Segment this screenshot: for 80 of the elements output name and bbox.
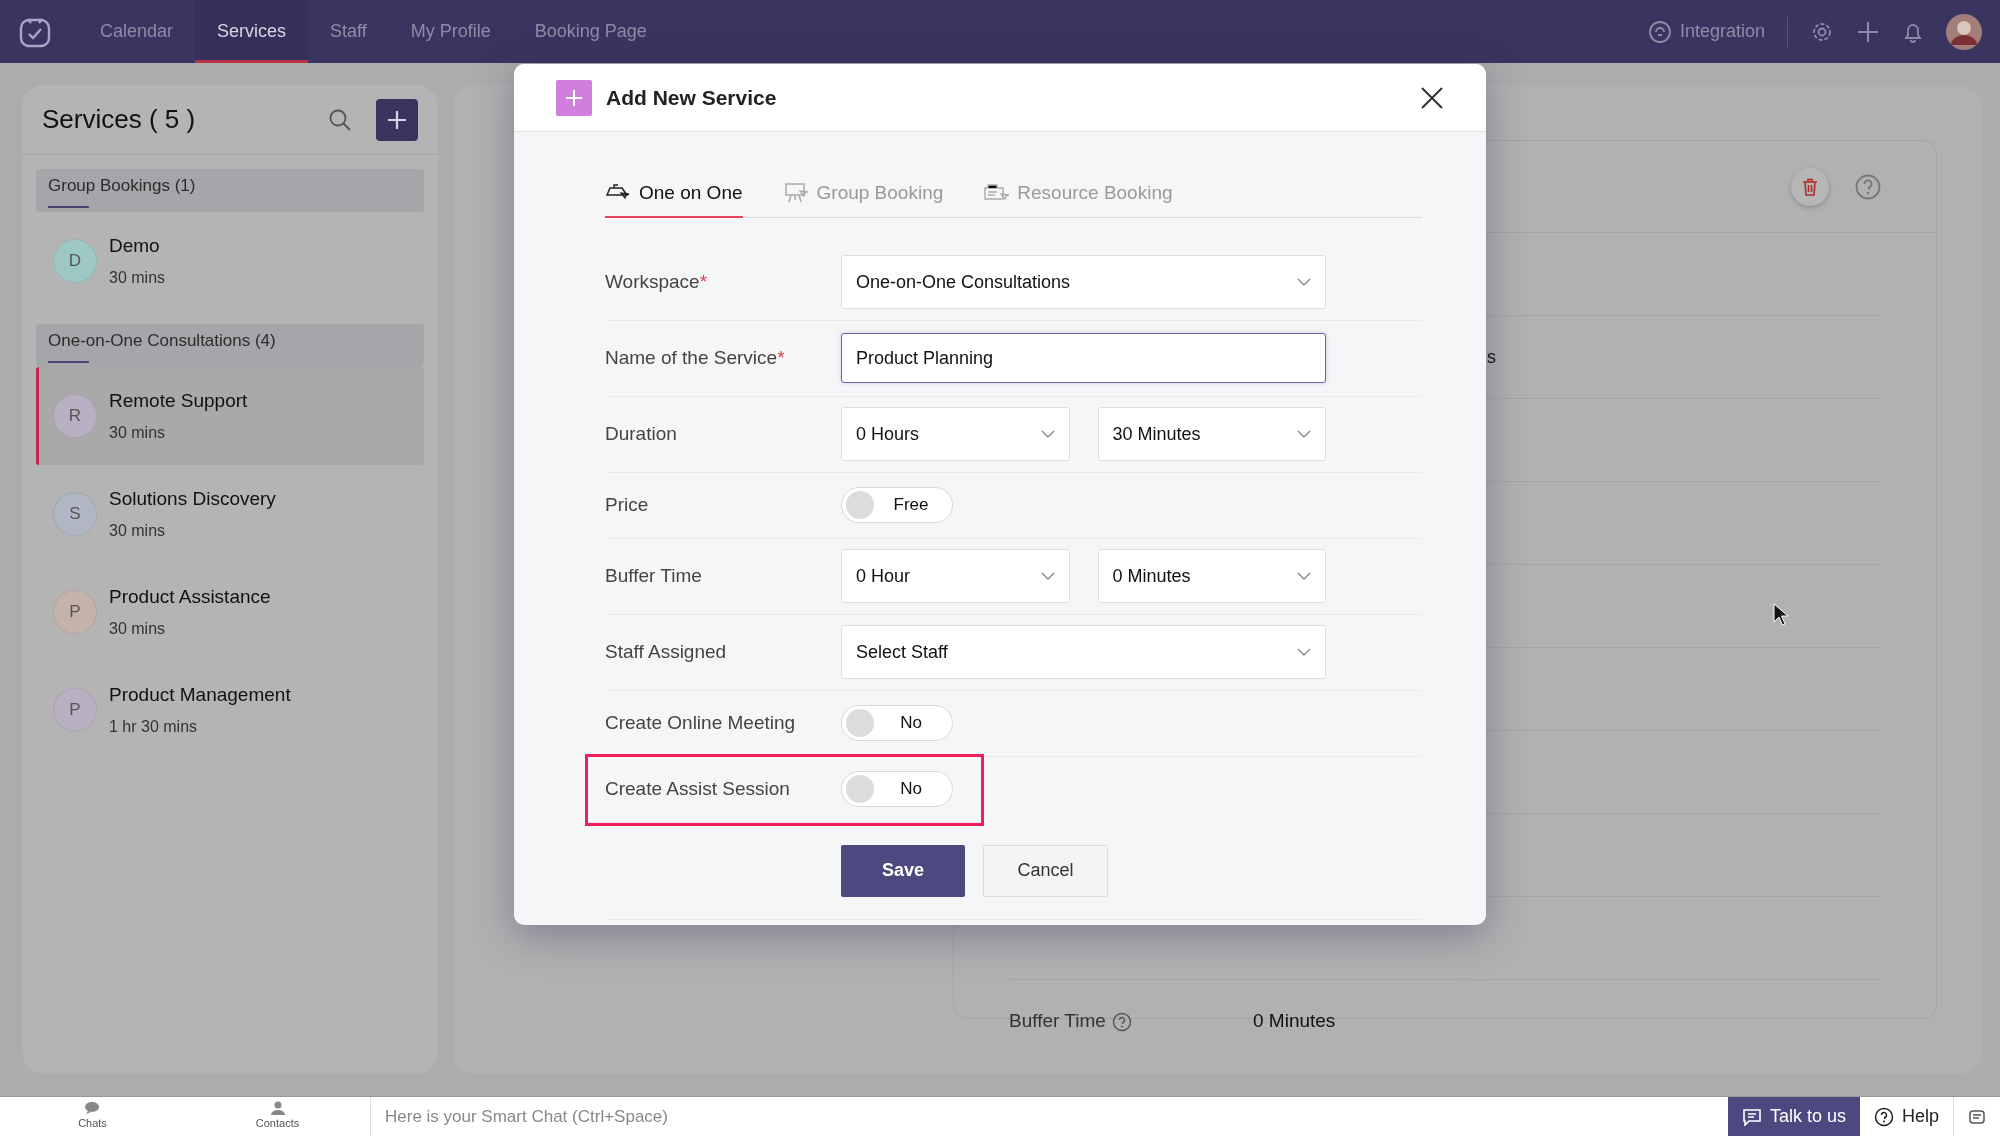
sidebar-title: Services ( 5 ) xyxy=(42,103,196,136)
dropdown[interactable]: 0 Minutes xyxy=(1097,549,1326,603)
service-name: Demo xyxy=(109,233,161,258)
field-label: Name of the Service* xyxy=(605,345,786,370)
chat-icon xyxy=(1741,1107,1762,1126)
service-avatar: P xyxy=(53,590,97,634)
save-button[interactable]: Save xyxy=(841,844,965,897)
field-label: Buffer Time xyxy=(1009,1009,1106,1034)
chevron-down-icon xyxy=(1297,572,1311,580)
add-service-button[interactable] xyxy=(376,98,418,141)
plus-icon[interactable] xyxy=(1856,19,1880,44)
chevron-down-icon xyxy=(1297,278,1311,286)
field-value: 0 Minutes xyxy=(1253,1009,1336,1034)
service-avatar: S xyxy=(53,492,97,536)
talk-to-us-button[interactable]: Talk to us xyxy=(1727,1096,1860,1136)
dropdown[interactable]: 0 Hours xyxy=(841,407,1070,461)
dialog-title: Add New Service xyxy=(606,84,777,111)
tab[interactable]: One on One xyxy=(605,178,743,218)
plus-icon xyxy=(387,109,407,130)
cancel-button[interactable]: Cancel xyxy=(983,844,1108,897)
service-duration: 30 mins xyxy=(109,521,167,542)
service-item[interactable]: D Demo 30 mins xyxy=(36,212,424,310)
service-name: Solutions Discovery xyxy=(109,486,276,511)
service-item[interactable]: P Product Management 1 hr 30 mins xyxy=(36,661,424,759)
chat-bar-item[interactable]: Chats xyxy=(0,1101,185,1132)
user-avatar[interactable] xyxy=(1946,13,1982,50)
service-avatar: D xyxy=(53,239,97,283)
close-icon[interactable] xyxy=(1420,85,1444,110)
chat-bar-item[interactable]: Contacts xyxy=(185,1101,370,1132)
service-duration: 30 mins xyxy=(109,423,167,444)
group-title[interactable]: Group Bookings (1) xyxy=(48,173,412,199)
field-label: Duration xyxy=(605,421,678,446)
plus-icon xyxy=(556,79,592,116)
group-title[interactable]: One-on-One Consultations (4) xyxy=(48,328,412,354)
chevron-down-icon xyxy=(1297,648,1311,656)
service-name: Product Management xyxy=(109,682,291,707)
integration-icon xyxy=(1647,19,1672,44)
service-item[interactable]: P Product Assistance 30 mins xyxy=(36,563,424,661)
field-label: Workspace* xyxy=(605,269,709,294)
chevron-down-icon xyxy=(1297,430,1311,438)
nav-tab[interactable]: Calendar xyxy=(78,0,196,63)
toggle-switch[interactable]: No xyxy=(841,771,953,807)
help-icon xyxy=(1111,1011,1132,1032)
dropdown[interactable]: 30 Minutes xyxy=(1097,407,1326,461)
dropdown[interactable]: 0 Hour xyxy=(841,549,1070,603)
field-value-fragment: s xyxy=(1487,345,1496,369)
search-icon[interactable] xyxy=(328,107,352,132)
service-item[interactable]: R Remote Support 30 mins xyxy=(36,367,424,465)
service-duration: 30 mins xyxy=(109,268,166,289)
service-avatar: P xyxy=(53,688,97,732)
help-icon xyxy=(1873,1106,1894,1127)
text-field[interactable]: Product Planning xyxy=(841,333,1326,383)
toggle-switch[interactable]: No xyxy=(841,705,953,741)
field-label: Price xyxy=(605,492,650,517)
chevron-down-icon xyxy=(1040,430,1055,438)
delete-button[interactable] xyxy=(1791,167,1829,206)
easel-icon xyxy=(782,182,809,205)
field-label: Create Assist Session xyxy=(605,776,791,801)
chat-bubbles-icon xyxy=(83,1101,102,1116)
service-name: Remote Support xyxy=(109,388,248,413)
service-name: Product Assistance xyxy=(109,584,271,609)
field-label: Create Online Meeting xyxy=(605,710,797,735)
integration-link[interactable]: Integration xyxy=(1647,18,1765,45)
dropdown[interactable]: Select Staff xyxy=(841,625,1326,679)
trash-icon xyxy=(1802,177,1818,196)
mouse-cursor-icon xyxy=(1773,603,1789,627)
smart-chat-input[interactable]: Here is your Smart Chat (Ctrl+Space) xyxy=(370,1096,1728,1136)
toggle-switch[interactable]: Free xyxy=(841,487,953,523)
dropdown[interactable]: One-on-One Consultations xyxy=(841,255,1326,309)
nav-tab[interactable]: Services xyxy=(195,0,309,63)
help-icon[interactable] xyxy=(1855,173,1881,200)
field-label: Buffer Time xyxy=(605,563,703,588)
field-label: Staff Assigned xyxy=(605,639,728,664)
service-avatar: R xyxy=(53,394,97,438)
service-item[interactable]: S Solutions Discovery 30 mins xyxy=(36,465,424,563)
chevron-down-icon xyxy=(1040,572,1055,580)
service-duration: 30 mins xyxy=(109,619,167,640)
person-icon xyxy=(269,1101,286,1116)
service-duration: 1 hr 30 mins xyxy=(109,717,199,738)
chat-window-icon[interactable] xyxy=(1968,1107,1986,1126)
